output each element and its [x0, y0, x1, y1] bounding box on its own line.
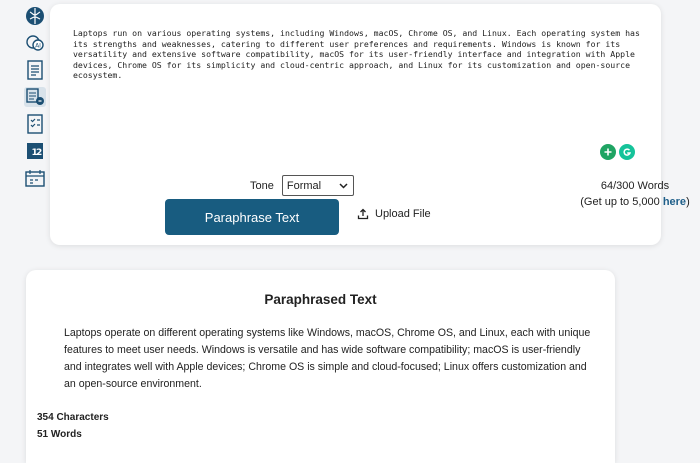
- checklist-icon[interactable]: [24, 114, 46, 134]
- output-title: Paraphrased Text: [264, 292, 377, 307]
- word-count-value: 64/300 Words: [600, 180, 670, 192]
- chat-bubbles-icon[interactable]: AI: [24, 33, 46, 53]
- upload-file-button[interactable]: Upload File: [357, 208, 431, 220]
- calendar-icon[interactable]: [24, 168, 46, 188]
- upsell-prefix: (Get up to 5,000: [580, 196, 663, 208]
- input-card: Laptops run on various operating systems…: [50, 4, 690, 245]
- tone-select[interactable]: Formal: [281, 175, 354, 196]
- output-word-count: 51 Words: [37, 429, 82, 440]
- grammarly-icon[interactable]: [619, 144, 635, 160]
- plus-bulb-icon[interactable]: [600, 144, 616, 160]
- paraphrase-button[interactable]: Paraphrase Text: [165, 199, 339, 235]
- sidebar: AI 12: [22, 6, 48, 188]
- upsell-line: (Get up to 5,000 here): [570, 194, 700, 210]
- document-icon[interactable]: [24, 60, 46, 80]
- character-count: 354 Characters: [37, 412, 109, 423]
- chevron-down-icon: [339, 182, 348, 189]
- tone-label: Tone: [250, 179, 274, 192]
- brain-logo-icon[interactable]: [24, 6, 46, 26]
- output-text: Laptops operate on different operating s…: [64, 327, 591, 390]
- upsell-link[interactable]: here: [663, 196, 686, 208]
- tone-row: Tone Formal: [250, 175, 354, 196]
- upsell-suffix: ): [686, 196, 690, 208]
- output-card: Paraphrased Text Laptops operate on diff…: [26, 270, 615, 463]
- floating-tools: [600, 144, 635, 160]
- output-stats: 354 Characters 51 Words: [37, 409, 109, 443]
- paraphrase-tool-icon[interactable]: [24, 87, 46, 107]
- tone-selected-value: Formal: [286, 179, 322, 192]
- input-textarea[interactable]: Laptops run on various operating systems…: [73, 28, 643, 81]
- upload-file-label: Upload File: [375, 208, 431, 220]
- upload-icon: [357, 208, 369, 220]
- svg-text:AI: AI: [35, 43, 41, 50]
- word-count: 64/300 Words (Get up to 5,000 here): [570, 178, 700, 210]
- number-grid-icon[interactable]: 12: [24, 141, 46, 161]
- svg-text:2: 2: [36, 148, 42, 158]
